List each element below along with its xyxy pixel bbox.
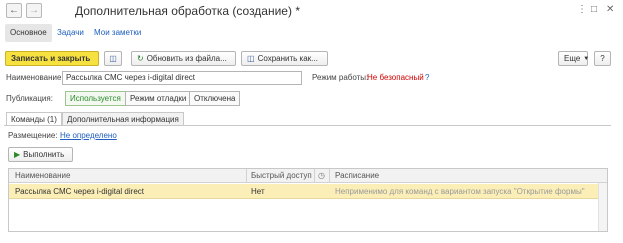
cell-name: Рассылка СМС через i-digital direct xyxy=(15,187,144,196)
save-and-close-button[interactable]: Записать и закрыть xyxy=(5,51,99,66)
name-field[interactable]: Рассылка СМС через i-digital direct xyxy=(62,71,302,85)
publication-label: Публикация: xyxy=(6,94,53,103)
column-header-name[interactable]: Наименование xyxy=(11,169,70,183)
tab-main[interactable]: Основное xyxy=(5,24,52,42)
placement-label: Размещение: xyxy=(8,131,58,140)
chevron-down-icon: ▼ xyxy=(583,55,590,62)
table-header: Наименование Быстрый доступ ◷ Расписание xyxy=(9,169,607,183)
window-title: Дополнительная обработка (создание) * xyxy=(75,4,300,18)
cell-quick-access[interactable]: Нет xyxy=(247,184,265,199)
run-button[interactable]: ▶ Выполнить xyxy=(8,147,73,162)
more-icon[interactable]: ⋮ xyxy=(577,5,587,15)
floppy-disk-icon: ◫ xyxy=(109,53,117,63)
tab-divider xyxy=(4,125,611,126)
arrow-left-icon: ← xyxy=(9,4,19,16)
maximize-icon[interactable]: □ xyxy=(591,5,597,15)
placement-link[interactable]: Не определено xyxy=(60,131,117,140)
cell-schedule: Неприменимо для команд с вариантом запус… xyxy=(335,187,585,196)
mode-value: Не безопасный xyxy=(367,73,424,82)
update-from-file-button[interactable]: ↻ Обновить из файла... xyxy=(131,51,236,66)
play-icon: ▶ xyxy=(14,149,21,159)
mode-help-link[interactable]: ? xyxy=(425,73,429,82)
table-row[interactable]: Рассылка СМС через i-digital direct Нет … xyxy=(9,184,607,199)
column-header-schedule[interactable]: Расписание xyxy=(331,169,379,183)
table-scrollbar[interactable] xyxy=(598,183,607,231)
column-header-quick-access[interactable]: Быстрый доступ xyxy=(247,169,312,183)
publication-option-disabled[interactable]: Отключена xyxy=(189,91,241,106)
save-as-button[interactable]: ◫ Сохранить как... xyxy=(241,51,328,66)
tab-commands[interactable]: Команды (1) xyxy=(6,112,62,126)
name-label: Наименование: xyxy=(6,73,64,82)
publication-option-used[interactable]: Используется xyxy=(65,91,126,106)
arrow-right-icon: → xyxy=(29,4,39,16)
more-button[interactable]: Еще ▼ xyxy=(558,51,590,66)
forward-button[interactable]: → xyxy=(26,3,42,18)
tab-tasks[interactable]: Задачи xyxy=(57,24,84,42)
tab-my-notes[interactable]: Мои заметки xyxy=(94,24,141,42)
publication-option-debug[interactable]: Режим отладки xyxy=(125,91,192,106)
close-icon[interactable]: ✕ xyxy=(606,5,614,15)
column-separator xyxy=(329,169,330,183)
back-button[interactable]: ← xyxy=(6,3,22,18)
commands-table: Наименование Быстрый доступ ◷ Расписание… xyxy=(8,168,608,232)
mode-label: Режим работы: xyxy=(312,73,369,82)
refresh-file-icon: ↻ xyxy=(137,53,144,63)
save-button[interactable]: ◫ xyxy=(104,51,122,66)
help-button[interactable]: ? xyxy=(594,51,611,66)
clock-icon[interactable]: ◷ xyxy=(315,169,325,183)
tab-additional-info[interactable]: Дополнительная информация xyxy=(62,112,184,126)
save-as-icon: ◫ xyxy=(247,53,255,63)
